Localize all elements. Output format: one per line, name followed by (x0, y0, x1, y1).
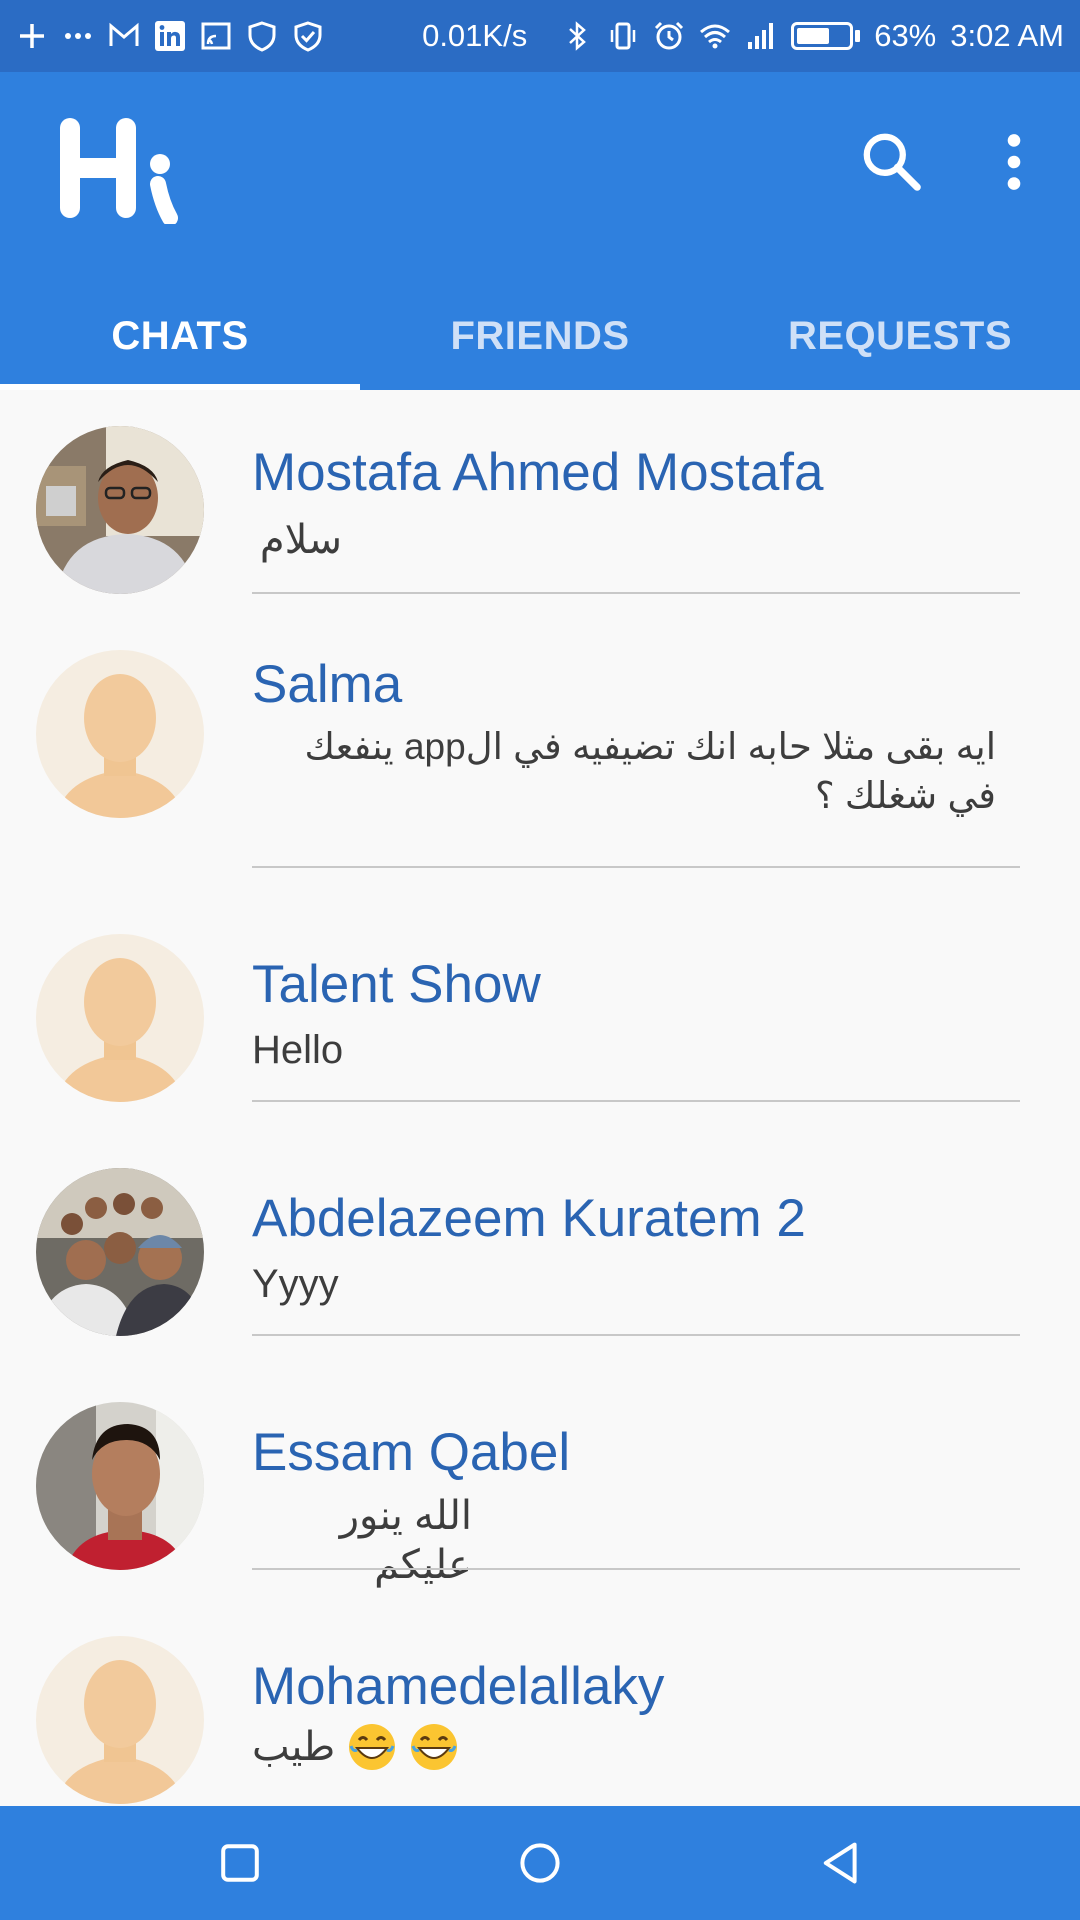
back-triangle-icon (823, 1842, 857, 1884)
avatar (36, 650, 204, 818)
chat-last-message-row: طيب (252, 1722, 996, 1772)
chat-last-message: ايه بقى مثلا حابه انك تضيفيه في الapp ين… (304, 726, 996, 816)
app-bar: CHATS FRIENDS REQUESTS (0, 72, 1080, 390)
more-dots-icon (62, 20, 94, 52)
grinning-face-emoji-icon (349, 1724, 396, 1770)
chat-item[interactable]: Salma ايه بقى مثلا حابه انك تضيفيه في ال… (0, 624, 1080, 884)
vibrate-icon (607, 20, 639, 52)
status-bar: 0.01K/s 63% 3:02 AM (0, 0, 1080, 72)
shield-check-icon (292, 20, 324, 52)
home-button[interactable] (505, 1828, 575, 1898)
divider (252, 866, 1020, 868)
system-nav-bar (0, 1806, 1080, 1920)
back-button[interactable] (806, 1828, 876, 1898)
chat-name: Talent Show (252, 955, 541, 1014)
battery-icon (791, 22, 861, 50)
shield-icon (246, 20, 278, 52)
search-button[interactable] (852, 122, 932, 202)
chat-last-message: سلام (259, 518, 342, 562)
chat-item[interactable]: Talent Show Hello (0, 908, 1080, 1140)
avatar (36, 1402, 204, 1570)
chat-item[interactable]: Mostafa Ahmed Mostafa سلام (0, 390, 1080, 612)
bluetooth-icon (561, 20, 593, 52)
wifi-icon (699, 20, 731, 52)
divider (252, 1568, 1020, 1570)
plus-icon (16, 20, 48, 52)
cast-icon (200, 20, 232, 52)
status-right: 0.01K/s 63% 3:02 AM (422, 18, 1064, 54)
chat-name: Salma (252, 655, 403, 714)
tab-requests[interactable]: REQUESTS (720, 282, 1080, 390)
gmail-icon (108, 20, 140, 52)
divider (252, 592, 1020, 594)
chat-last-message: الله ينور عليكم (339, 1494, 472, 1587)
clock: 3:02 AM (950, 18, 1064, 53)
recents-button[interactable] (205, 1828, 275, 1898)
app-logo (56, 114, 186, 226)
network-speed: 0.01K/s (422, 18, 528, 53)
recents-square-icon (221, 1844, 259, 1882)
home-circle-icon (520, 1843, 560, 1883)
chat-name: Abdelazeem Kuratem 2 (252, 1189, 806, 1248)
chat-item[interactable]: Essam Qabel الله ينور عليكم (0, 1376, 1080, 1608)
avatar (36, 426, 204, 594)
signal-icon (745, 20, 777, 52)
avatar (36, 1168, 204, 1336)
tab-friends[interactable]: FRIENDS (360, 282, 720, 390)
divider (252, 1100, 1020, 1102)
chat-name: Mohamedelallaky (252, 1657, 665, 1716)
status-left-icons (16, 20, 324, 52)
chat-last-message: Hello (252, 1028, 344, 1072)
avatar (36, 934, 204, 1102)
battery-percent: 63% (874, 18, 937, 53)
chat-item[interactable]: Abdelazeem Kuratem 2 Yyyy (0, 1142, 1080, 1374)
grinning-face-emoji-icon (411, 1724, 458, 1770)
chat-name: Mostafa Ahmed Mostafa (252, 443, 824, 502)
linkedin-icon (154, 20, 186, 52)
chat-list[interactable]: Mostafa Ahmed Mostafa سلام Salma ايه بقى… (0, 390, 1080, 1806)
more-vert-icon (1007, 134, 1021, 190)
chat-name: Essam Qabel (252, 1423, 571, 1482)
divider (252, 1334, 1020, 1336)
tab-bar: CHATS FRIENDS REQUESTS (0, 282, 1080, 390)
chat-last-message: Yyyy (252, 1262, 339, 1306)
search-icon (863, 133, 921, 191)
alarm-icon (653, 20, 685, 52)
chat-last-message: طيب (252, 1724, 336, 1769)
avatar (36, 1636, 204, 1804)
overflow-menu-button[interactable] (974, 122, 1054, 202)
tab-chats[interactable]: CHATS (0, 282, 360, 390)
chat-item[interactable]: Mohamedelallaky طيب (0, 1610, 1080, 1806)
